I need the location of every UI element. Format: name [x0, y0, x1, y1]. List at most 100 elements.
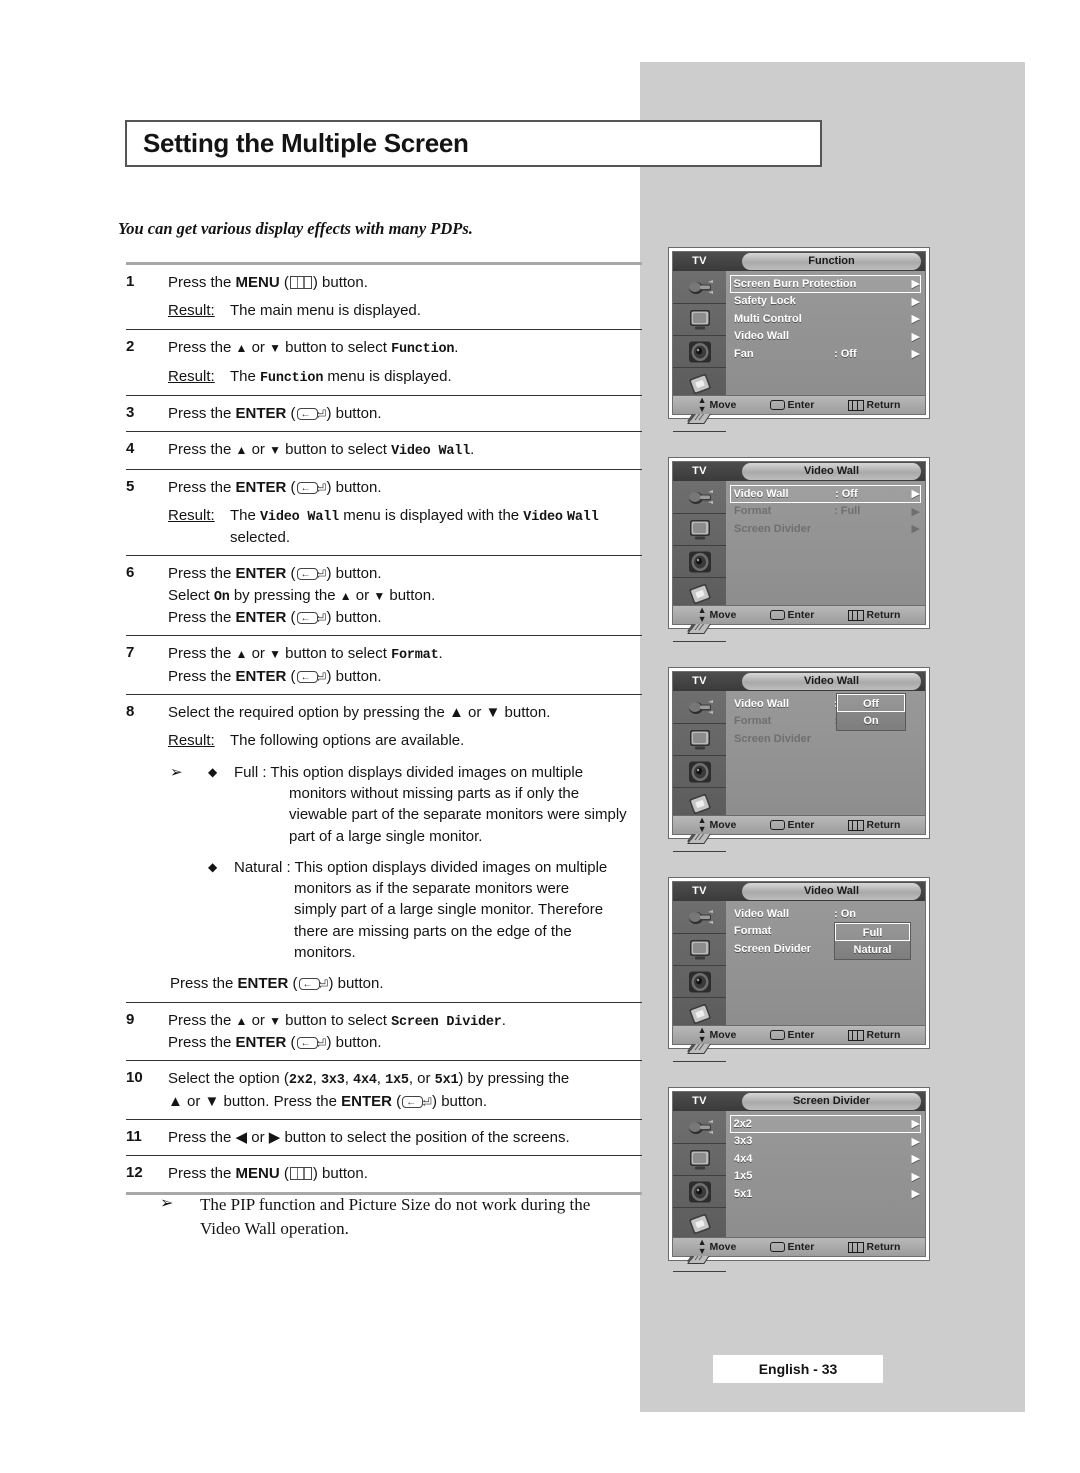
menu-icon [847, 1029, 864, 1041]
osd-dropdown[interactable]: Full Natural [834, 922, 911, 960]
step-line: Press the ENTER (← ⏎) button. [168, 1032, 642, 1053]
enter-keyword: ENTER [235, 609, 287, 627]
osd-return-hint: Return [847, 819, 900, 831]
setup-chip-icon[interactable] [673, 1208, 726, 1240]
osd-title-wrap: Video Wall [726, 882, 925, 901]
select-mid: by pressing the [229, 586, 340, 604]
input-connector-icon[interactable] [673, 272, 726, 304]
tv-monitor-icon[interactable] [673, 514, 726, 546]
osd-return-label: Return [866, 1029, 901, 1041]
period: . [438, 645, 443, 663]
chevron-right-icon: ▶ [911, 313, 920, 326]
step-text-lead: Press the [168, 274, 236, 291]
select-tail: ) by pressing the [458, 1070, 570, 1088]
period: . [501, 1011, 506, 1029]
osd-menu-item[interactable]: Format: Full [730, 503, 921, 521]
osd-item-label: 2x2 [733, 1117, 752, 1130]
osd-item-label: 3x3 [734, 1135, 753, 1148]
osd-item-label: Screen Divider [734, 732, 812, 745]
osd-dropdown-option[interactable]: Off [837, 694, 905, 712]
osd-menu-item[interactable]: 3x3 [730, 1133, 921, 1151]
bullet-cont: viewable part of the separate monitors w… [289, 806, 627, 824]
osd-menu-item[interactable]: Video Wall [730, 328, 921, 346]
enter-keyword: ENTER [235, 667, 287, 685]
osd-menu-item[interactable]: Screen Burn Protection [730, 275, 921, 293]
step-number: 11 [126, 1128, 142, 1146]
osd-title: Video Wall [742, 883, 921, 900]
up-down-arrows-icon: ▲ ▼ [697, 1237, 707, 1256]
osd-footer-bar: ▲ ▼ Move Enter Return [673, 815, 925, 834]
osd-move-label: Move [709, 609, 737, 621]
osd-menu-item[interactable]: Video Wall: On [730, 905, 921, 923]
osd-move-label: Move [709, 399, 737, 411]
step-text-mid: button to select [281, 441, 392, 459]
input-connector-icon[interactable] [673, 902, 726, 934]
step-text-mid: button to select [281, 1011, 392, 1029]
speaker-icon[interactable] [673, 336, 726, 368]
osd-move-label: Move [709, 1029, 737, 1041]
step-row-12: 12 Press the MENU () button. [126, 1156, 642, 1195]
press-lead: ▲ or ▼ button. Press the [168, 1092, 342, 1110]
chevron-right-icon: ▶ [911, 1170, 920, 1183]
up-down-arrows-icon: ▲ ▼ [697, 1025, 707, 1044]
input-connector-icon[interactable] [673, 1112, 726, 1144]
osd-header: TV Video Wall [673, 672, 925, 691]
tv-monitor-icon[interactable] [673, 1144, 726, 1176]
final-note-text: The PIP function and Picture Size do not… [200, 1195, 591, 1239]
enter-keyword: ENTER [237, 975, 289, 993]
tv-monitor-icon[interactable] [673, 304, 726, 336]
chevron-right-icon: ▶ [911, 278, 920, 291]
osd-menu-item[interactable]: Screen Divider [730, 520, 921, 538]
osd-menu-item[interactable]: 1x5 [730, 1168, 921, 1186]
step-text-tail: ) button. [326, 565, 382, 583]
osd-menu-item[interactable]: 4x4 [730, 1150, 921, 1168]
osd-dropdown-option[interactable]: Natural [835, 941, 910, 959]
osd-menu-item[interactable]: Screen Divider [730, 730, 921, 748]
osd-item-label: 1x5 [734, 1170, 753, 1183]
speaker-icon[interactable] [673, 966, 726, 998]
step-line: Select the option (2x2, 3x3, 4x4, 1x5, o… [168, 1070, 570, 1089]
osd-panel-video-wall-onoff-dropdown: TV Video Wall Video Wall Format Screen D… [668, 667, 930, 852]
osd-arrow-column: ▶ ▶ ▶ ▶ ▶ [912, 1115, 920, 1203]
osd-return-label: Return [866, 609, 901, 621]
osd-sidebar [673, 481, 726, 642]
result-line: Result: The Video Wall menu is displayed… [168, 505, 642, 548]
tv-monitor-icon[interactable] [673, 724, 726, 756]
osd-menu-item[interactable]: 2x2 [730, 1115, 921, 1133]
osd-menu-item[interactable]: Safety Lock [730, 293, 921, 311]
osd-footer-bar: ▲ ▼ Move Enter Return [673, 605, 925, 624]
chevron-right-icon: ▶ [911, 488, 920, 501]
step-body: Press the ▲ or ▼ button to select Screen… [168, 1010, 642, 1054]
osd-enter-label: Enter [787, 399, 815, 411]
tv-monitor-icon[interactable] [673, 934, 726, 966]
osd-dropdown-option[interactable]: Full [835, 923, 910, 941]
osd-menu-item[interactable]: Multi Control [730, 310, 921, 328]
speaker-icon[interactable] [673, 756, 726, 788]
osd-menu-item[interactable]: 5x1 [730, 1185, 921, 1203]
step-number: 6 [126, 564, 135, 582]
step-body: Press the ▲ or ▼ button to select Format… [168, 643, 642, 687]
step-body: Press the MENU () button. [168, 1163, 642, 1184]
step-row-8: 8 Select the required option by pressing… [126, 695, 642, 1003]
step-text-mid: button to select [281, 645, 392, 663]
step-line: Press the MENU () button. [168, 274, 368, 291]
osd-menu-item[interactable]: Fan: Off [730, 345, 921, 363]
input-connector-icon[interactable] [673, 482, 726, 514]
enter-icon: ← [296, 1036, 318, 1049]
osd-move-hint: ▲ ▼ Move [698, 1238, 737, 1256]
or-text: or [247, 441, 270, 459]
osd-item-label: Video Wall [734, 330, 790, 343]
speaker-icon[interactable] [673, 546, 726, 578]
osd-item-label: Format [734, 715, 772, 728]
osd-menu-item[interactable]: Video Wall: Off [730, 485, 921, 503]
osd-item-label: Multi Control [734, 312, 802, 325]
input-connector-icon[interactable] [673, 692, 726, 724]
speaker-icon[interactable] [673, 1176, 726, 1208]
osd-dropdown[interactable]: Off On [836, 693, 906, 731]
or-text: or [247, 645, 270, 663]
osd-header: TV Video Wall [673, 462, 925, 481]
osd-enter-hint: Enter [769, 399, 815, 411]
step-text-lead: Press the [168, 1011, 236, 1029]
osd-dropdown-option[interactable]: On [837, 712, 905, 730]
enter-icon [769, 820, 785, 830]
